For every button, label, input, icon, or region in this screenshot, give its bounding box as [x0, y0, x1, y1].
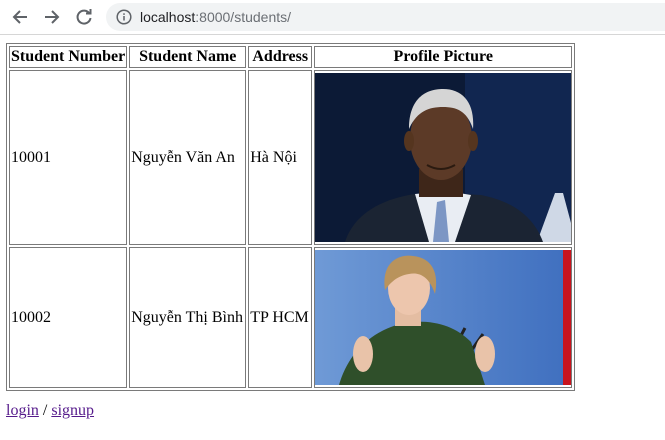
browser-toolbar: localhost:8000/students/ — [0, 0, 665, 35]
student-name-cell: Nguyễn Thị Bình — [129, 247, 247, 388]
student-number-cell: 10002 — [9, 247, 128, 388]
reload-icon[interactable] — [71, 4, 97, 30]
profile-picture-cell — [314, 247, 573, 388]
header-address: Address — [248, 46, 313, 68]
table-row: 10002 Nguyễn Thị Bình TP HCM — [9, 247, 573, 388]
address-cell: Hà Nội — [248, 70, 313, 245]
header-student-name: Student Name — [129, 46, 247, 68]
back-arrow-icon[interactable] — [7, 4, 33, 30]
page-content: Student Number Student Name Address Prof… — [6, 43, 576, 391]
link-separator: / — [38, 402, 52, 419]
address-bar[interactable]: localhost:8000/students/ — [106, 3, 665, 31]
signup-link[interactable]: signup — [51, 402, 94, 419]
login-link[interactable]: login — [6, 402, 39, 419]
forward-arrow-icon[interactable] — [39, 4, 65, 30]
profile-photo-woman-green-jacket — [315, 250, 572, 385]
table-header-row: Student Number Student Name Address Prof… — [9, 46, 573, 68]
students-table: Student Number Student Name Address Prof… — [6, 43, 576, 391]
table-row: 10001 Nguyễn Văn An Hà Nội — [9, 70, 573, 245]
info-icon[interactable] — [116, 9, 132, 25]
address-cell: TP HCM — [248, 247, 313, 388]
url-path: :8000/students/ — [195, 9, 292, 25]
profile-picture-cell — [314, 70, 573, 245]
profile-photo-man-dark-suit — [315, 73, 572, 242]
url-host: localhost — [140, 9, 196, 25]
auth-links: login / signup — [6, 402, 94, 420]
url-text: localhost:8000/students/ — [140, 9, 291, 25]
header-student-number: Student Number — [9, 46, 128, 68]
student-number-cell: 10001 — [9, 70, 128, 245]
header-profile-picture: Profile Picture — [314, 46, 573, 68]
student-name-cell: Nguyễn Văn An — [129, 70, 247, 245]
